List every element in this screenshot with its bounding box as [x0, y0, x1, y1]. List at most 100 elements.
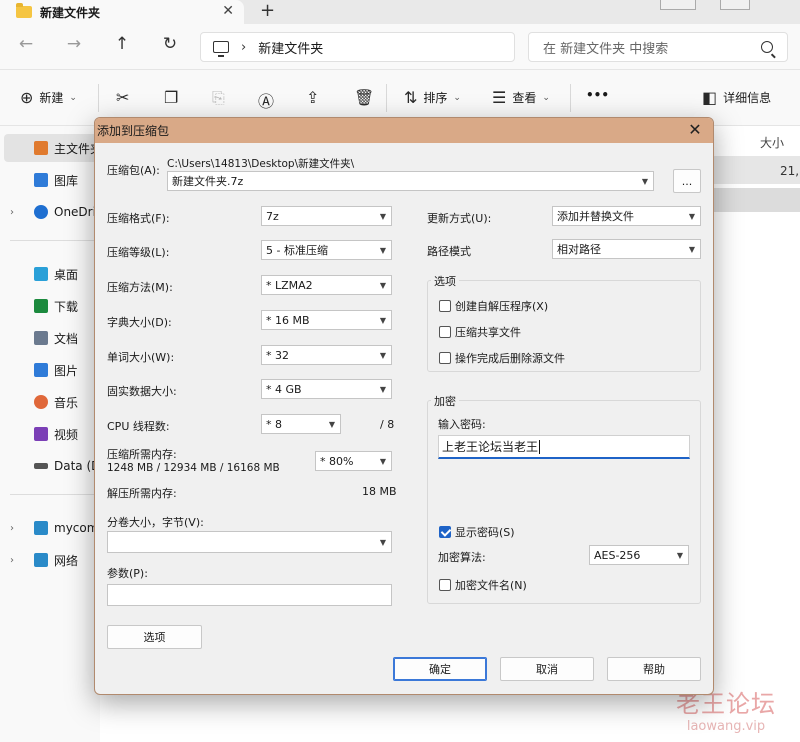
- checkbox-box[interactable]: [439, 326, 451, 338]
- archive-directory: C:\Users\14813\Desktop\新建文件夹\: [167, 158, 355, 170]
- browse-button[interactable]: ...: [673, 169, 701, 193]
- sidebar-item-label: 图库: [54, 173, 79, 188]
- split-volume-combo[interactable]: ▼: [107, 531, 392, 553]
- onedrive-icon: [34, 205, 48, 219]
- sidebar-item-mycomputer[interactable]: › mycomputer: [0, 514, 100, 542]
- sidebar-item-documents[interactable]: 文档: [0, 324, 100, 352]
- encryption-method-select[interactable]: AES-256 ▼: [589, 545, 689, 565]
- ok-button[interactable]: 确定: [393, 657, 487, 681]
- sidebar-item-onedrive[interactable]: › OneDrive: [0, 198, 100, 226]
- archive-name-combo[interactable]: 新建文件夹.7z ▼: [167, 171, 654, 191]
- chevron-right-icon[interactable]: ›: [10, 207, 14, 218]
- sidebar-item-network[interactable]: › 网络: [0, 546, 100, 574]
- options-button[interactable]: 选项: [107, 625, 202, 649]
- sidebar-item-pictures[interactable]: 图片: [0, 356, 100, 384]
- checkbox-label: 操作完成后删除源文件: [455, 352, 565, 365]
- delete-icon[interactable]: 🗑: [354, 88, 374, 107]
- delete-after-checkbox[interactable]: 操作完成后删除源文件: [439, 350, 565, 366]
- window-control[interactable]: [720, 0, 750, 10]
- format-select[interactable]: 7z ▼: [261, 206, 392, 226]
- add-to-archive-dialog: 添加到压缩包 ✕ 压缩包(A): C:\Users\14813\Desktop\…: [94, 117, 714, 695]
- sidebar-item-home[interactable]: 主文件夹: [4, 134, 100, 162]
- search-input[interactable]: 在 新建文件夹 中搜索: [528, 32, 788, 62]
- copy-icon[interactable]: ❐: [164, 88, 178, 107]
- plus-circle-icon: ⊕: [20, 88, 34, 107]
- encrypt-names-checkbox[interactable]: 加密文件名(N): [439, 577, 527, 593]
- address-path: 新建文件夹: [258, 41, 324, 57]
- chevron-right-icon[interactable]: ›: [10, 555, 14, 566]
- desktop-icon: [34, 267, 48, 281]
- sidebar-item-desktop[interactable]: 桌面: [0, 260, 100, 288]
- chevron-down-icon: ▼: [379, 245, 387, 255]
- sidebar-item-videos[interactable]: 视频: [0, 420, 100, 448]
- path-mode-select[interactable]: 相对路径 ▼: [552, 239, 701, 259]
- details-button[interactable]: ◧ 详细信息: [702, 88, 771, 107]
- sidebar-item-downloads[interactable]: 下载: [0, 292, 100, 320]
- address-input[interactable]: › 新建文件夹: [200, 32, 515, 62]
- sort-button[interactable]: ⇅ 排序 ⌄: [404, 88, 461, 107]
- tab-close-icon[interactable]: ✕: [222, 3, 234, 19]
- help-button[interactable]: 帮助: [607, 657, 701, 681]
- cut-icon[interactable]: ✂: [116, 88, 129, 107]
- chevron-down-icon: ▼: [688, 211, 696, 221]
- search-icon[interactable]: [761, 41, 773, 53]
- view-icon: ☰: [492, 88, 507, 107]
- encryption-group-title: 加密: [431, 393, 459, 409]
- new-button[interactable]: ⊕ 新建 ⌄: [20, 88, 77, 107]
- checkbox-checked-icon[interactable]: [439, 526, 451, 538]
- checkbox-box[interactable]: [439, 352, 451, 364]
- back-arrow-icon[interactable]: ←: [14, 34, 38, 54]
- sfx-checkbox[interactable]: 创建自解压程序(X): [439, 298, 548, 314]
- show-password-checkbox[interactable]: 显示密码(S): [439, 524, 515, 540]
- share-icon[interactable]: ⇪: [306, 88, 319, 107]
- chevron-right-icon[interactable]: ›: [10, 523, 14, 534]
- checkbox-box[interactable]: [439, 300, 451, 312]
- update-mode-value: 添加并替换文件: [557, 210, 634, 223]
- parameters-label: 参数(P):: [107, 567, 148, 580]
- chevron-down-icon[interactable]: ▼: [637, 177, 653, 186]
- threads-select[interactable]: * 8 ▼: [261, 414, 341, 434]
- compress-shared-checkbox[interactable]: 压缩共享文件: [439, 324, 521, 340]
- folder-icon: [16, 3, 32, 18]
- dictionary-select[interactable]: * 16 MB ▼: [261, 310, 392, 330]
- cancel-button[interactable]: 取消: [500, 657, 594, 681]
- memory-usage-select[interactable]: * 80% ▼: [315, 451, 392, 471]
- sidebar-item-music[interactable]: 音乐: [0, 388, 100, 416]
- method-select[interactable]: * LZMA2 ▼: [261, 275, 392, 295]
- path-mode-label: 路径模式: [427, 245, 471, 258]
- divider: [98, 84, 99, 112]
- forward-arrow-icon[interactable]: →: [62, 34, 86, 54]
- path-mode-value: 相对路径: [557, 243, 601, 256]
- new-tab-button[interactable]: +: [260, 0, 275, 21]
- window-control[interactable]: [660, 0, 696, 10]
- more-options-icon[interactable]: •••: [586, 88, 609, 102]
- up-arrow-icon[interactable]: ↑: [110, 34, 134, 54]
- word-size-select[interactable]: * 32 ▼: [261, 345, 392, 365]
- chevron-down-icon: ⌄: [453, 92, 461, 103]
- view-button[interactable]: ☰ 查看 ⌄: [492, 88, 550, 107]
- sidebar-item-gallery[interactable]: 图库: [0, 166, 100, 194]
- refresh-icon[interactable]: ↻: [158, 34, 182, 54]
- word-size-label: 单词大小(W):: [107, 351, 175, 364]
- tab-new-folder[interactable]: 新建文件夹 ✕: [0, 0, 244, 24]
- rename-icon[interactable]: Ⓐ: [258, 88, 274, 112]
- close-icon[interactable]: ✕: [685, 120, 705, 139]
- dialog-title: 添加到压缩包: [97, 124, 170, 138]
- update-mode-select[interactable]: 添加并替换文件 ▼: [552, 206, 701, 226]
- password-input[interactable]: 上老王论坛当老王: [438, 435, 690, 459]
- level-label: 压缩等级(L):: [107, 246, 170, 259]
- memory-usage-value: * 80%: [320, 454, 354, 468]
- archive-label: 压缩包(A):: [107, 164, 160, 177]
- checkbox-box[interactable]: [439, 579, 451, 591]
- text-cursor: [539, 439, 541, 454]
- parameters-input[interactable]: [107, 584, 392, 606]
- solid-size-select[interactable]: * 4 GB ▼: [261, 379, 392, 399]
- sidebar-item-data-drive[interactable]: Data (D:): [0, 452, 100, 480]
- navigation-pane: 主文件夹 图库 › OneDrive 桌面 下载 文档 图片 音乐 视频 Dat…: [0, 126, 100, 742]
- level-select[interactable]: 5 - 标准压缩 ▼: [261, 240, 392, 260]
- computer-icon: [34, 521, 48, 535]
- paste-icon[interactable]: ⎘: [212, 88, 225, 108]
- sidebar-item-label: 网络: [54, 553, 79, 568]
- tab-title: 新建文件夹: [40, 5, 101, 20]
- column-header-size[interactable]: 大小: [760, 134, 784, 151]
